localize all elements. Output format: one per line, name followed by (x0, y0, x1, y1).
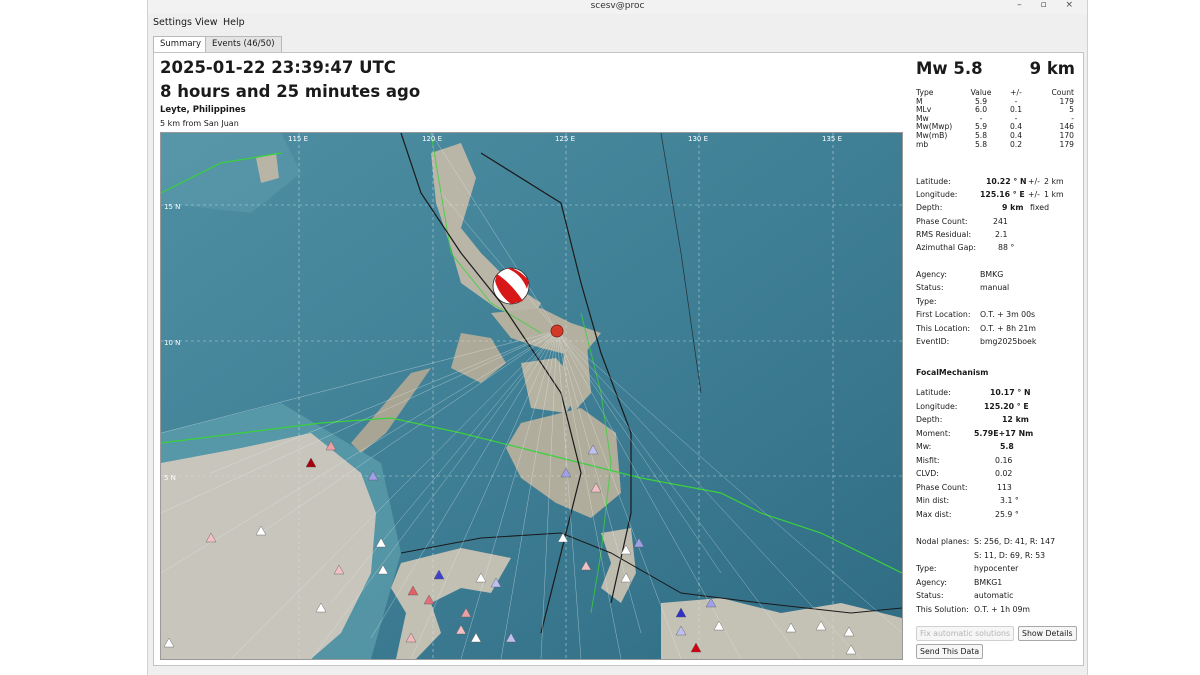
event-id-row: EventID: bmg2025boek (916, 337, 1037, 346)
origin-latitude-row: Latitude: 10.22 ° N +/- 2 km (916, 177, 1064, 186)
fm-status-row: Status: automatic (916, 591, 1014, 600)
fm-nodal-planes-row-2: S: 11, D: 69, R: 53 (974, 551, 1046, 560)
epicenter-marker[interactable] (550, 324, 564, 338)
status-row: Status: manual (916, 283, 1010, 292)
summary-panel: 2025-01-22 23:39:47 UTC 8 hours and 25 m… (153, 52, 1084, 666)
title-bar: scesv@proc – ▫ × (148, 0, 1087, 14)
mag-count-column: Count 179 5 - 146 170 179 (1051, 88, 1074, 149)
this-location-row: This Location: O.T. + 8h 21m (916, 324, 1037, 333)
fm-mindist-row: Min dist: 3.1 ° (916, 496, 1019, 505)
fm-phase-row: Phase Count: 113 (916, 483, 1012, 492)
fm-mw-row: Mw: 5.8 (916, 442, 1014, 451)
fix-automatic-solutions-button[interactable]: Fix automatic solutions (916, 626, 1015, 641)
lon-label: 120 E (422, 135, 442, 143)
focal-mechanism-heading: FocalMechanism (916, 368, 989, 377)
menu-settings[interactable]: Settings (153, 17, 192, 28)
map-canvas[interactable]: 115 E 120 E 125 E 130 E 135 E 15 N 10 N … (161, 133, 902, 659)
fm-longitude-row: Longitude: 125.20 ° E (916, 402, 1029, 411)
event-nearest-city: 5 km from San Juan (160, 119, 239, 128)
first-location-row: First Location: O.T. + 3m 00s (916, 310, 1036, 319)
origin-rms-row: RMS Residual: 2.1 (916, 230, 1008, 239)
lon-label: 115 E (288, 135, 308, 143)
fm-latitude-row: Latitude: 10.17 ° N (916, 388, 1031, 397)
show-details-button[interactable]: Show Details (1018, 626, 1077, 641)
lon-label: 125 E (555, 135, 575, 143)
window-controls[interactable]: – ▫ × (1017, 0, 1081, 10)
magnitude-headline: Mw 5.8 (916, 59, 983, 78)
mag-uncertainty-column: +/- - 0.1 - 0.4 0.4 0.2 (1009, 88, 1023, 149)
event-ago: 8 hours and 25 minutes ago (160, 82, 421, 101)
event-region: Leyte, Philippines (160, 105, 246, 115)
origin-gap-row: Azimuthal Gap: 88 ° (916, 243, 1015, 252)
window-title: scesv@proc (590, 1, 645, 11)
origin-depth-row: Depth: 9 km fixed (916, 203, 1050, 212)
menu-bar: Settings View Help (148, 15, 1087, 31)
fm-misfit-row: Misfit: 0.16 (916, 456, 1013, 465)
borneo-island (161, 433, 376, 659)
lon-label: 135 E (822, 135, 842, 143)
fm-depth-row: Depth: 12 km (916, 415, 1029, 424)
origin-phase-row: Phase Count: 241 (916, 217, 1008, 226)
event-time: 2025-01-22 23:39:47 UTC (160, 58, 396, 77)
fm-agency-row: Agency: BMKG1 (916, 578, 1003, 587)
fm-clvd-row: CLVD: 0.02 (916, 469, 1013, 478)
lon-label: 130 E (688, 135, 708, 143)
agency-row: Agency: BMKG (916, 270, 1004, 279)
lat-label: 5 N (164, 474, 176, 482)
tab-events[interactable]: Events (46/50) (205, 36, 282, 52)
mag-value-column: Value 5.9 6.0 - 5.9 5.8 5.8 (970, 88, 992, 149)
fm-type-row: Type: hypocenter (916, 564, 1019, 573)
send-this-data-button[interactable]: Send This Data (916, 644, 984, 659)
origin-longitude-row: Longitude: 125.16 ° E +/- 1 km (916, 190, 1064, 199)
menu-view[interactable]: View (195, 17, 218, 28)
fm-solution-row: This Solution: O.T. + 1h 09m (916, 605, 1031, 614)
menu-help[interactable]: Help (223, 17, 245, 28)
depth-headline: 9 km (1029, 59, 1075, 78)
lat-label: 15 N (164, 203, 180, 211)
beachball-icon[interactable] (492, 267, 530, 305)
fm-nodal-planes-row: Nodal planes: S: 256, D: 41, R: 147 (916, 537, 1056, 546)
event-map[interactable]: 115 E 120 E 125 E 130 E 135 E 15 N 10 N … (160, 132, 903, 660)
tab-summary[interactable]: Summary (153, 36, 209, 53)
event-details-sidebar: Mw 5.8 9 km Type M MLv Mw Mw(Mwp) Mw(mB)… (914, 53, 1082, 665)
type-row: Type: (916, 297, 937, 306)
lat-label: 10 N (164, 339, 180, 347)
mag-type-column: Type M MLv Mw Mw(Mwp) Mw(mB) mb (916, 88, 953, 149)
fm-moment-row: Moment: 5.79E+17 Nm (916, 429, 1034, 438)
app-window: scesv@proc – ▫ × Settings View Help Summ… (147, 0, 1088, 675)
fm-maxdist-row: Max dist: 25.9 ° (916, 510, 1019, 519)
